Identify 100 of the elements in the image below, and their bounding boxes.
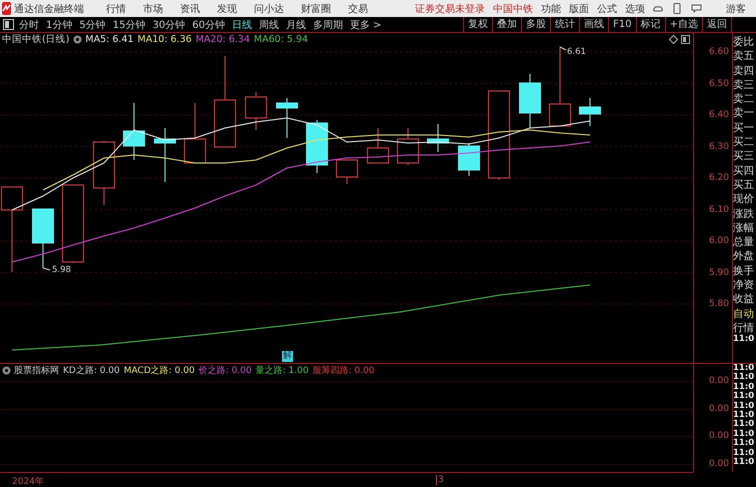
trade-time: 11:0 — [733, 439, 756, 448]
candlestick — [32, 208, 54, 268]
menu-item[interactable]: 行情 — [106, 2, 126, 16]
menu-item[interactable]: 市场 — [143, 2, 163, 16]
indicator-value: KD之路: 0.00 — [63, 364, 120, 377]
app-logo-icon — [2, 2, 11, 15]
tool-button[interactable]: 多股 — [521, 16, 550, 32]
stock-name: 中国中铁 — [493, 2, 533, 16]
indicator-value: 量之路: 1.00 — [256, 364, 309, 377]
indicator-value: MACD之路: 0.00 — [124, 364, 195, 377]
gear-icon[interactable] — [73, 35, 82, 44]
gear-icon[interactable] — [2, 366, 11, 375]
menu-item[interactable]: 问小达 — [254, 2, 284, 16]
candlestick — [427, 124, 449, 152]
menu-item[interactable]: 选项 — [625, 2, 645, 16]
period-tab[interactable]: 分时 — [19, 18, 39, 32]
period-tab[interactable]: 多周期 — [312, 18, 343, 32]
quote-label: 买三 — [733, 149, 755, 164]
quote-label: 现价 — [733, 192, 755, 207]
trade-time: 11:0 — [733, 402, 756, 411]
candlestick — [184, 102, 206, 164]
quote-label: 换手 — [733, 264, 755, 278]
quote-label: 委比 — [733, 35, 755, 50]
quote-label: 卖四 — [733, 64, 755, 78]
quote-label: 卖五 — [733, 49, 755, 64]
candlestick — [123, 102, 145, 160]
trade-time: 11:0 — [733, 411, 756, 420]
indicator-value: 服筹四路: 0.00 — [312, 364, 374, 377]
quote-label: 买四 — [733, 164, 755, 178]
period-tab[interactable]: 周线 — [258, 18, 279, 32]
tool-button[interactable]: 统计 — [550, 16, 580, 32]
quote-label: 行情 — [733, 320, 755, 334]
leader-line — [42, 268, 50, 270]
tool-button[interactable]: 返回 — [702, 16, 731, 32]
indicator-value: 价之路: 0.00 — [198, 364, 252, 377]
price-axis-label: 6.10 — [708, 204, 729, 214]
menu-item[interactable]: 版面 — [569, 2, 589, 16]
period-tab[interactable]: 月线 — [286, 18, 306, 32]
trade-time: 11:0 — [733, 335, 756, 345]
trade-time: 11:0 — [733, 382, 756, 392]
menu-item[interactable]: 交易 — [348, 2, 368, 16]
price-axis-label: 6.20 — [708, 173, 729, 183]
price-axis-label: 6.00 — [708, 236, 729, 246]
low-price-label: 5.98 — [52, 265, 71, 275]
login-notice[interactable]: 证券交易未登录 — [415, 2, 485, 16]
candlestick — [336, 160, 358, 184]
trade-time: 11:0 — [733, 364, 756, 373]
price-axis-label: 6.40 — [708, 110, 729, 120]
quote-label: 涨幅 — [733, 220, 755, 236]
indicator-axis-label: 0.00 — [708, 376, 729, 386]
candlestick — [306, 120, 328, 174]
candlestick — [397, 128, 419, 166]
tool-button[interactable]: 标记 — [636, 16, 665, 32]
price-axis-label: 5.90 — [708, 268, 729, 278]
quote-label: 收益 — [733, 292, 755, 307]
quote-label: 净资 — [733, 278, 755, 292]
candlestick — [579, 98, 601, 126]
period-tab[interactable]: 5分钟 — [79, 18, 106, 32]
tool-button[interactable]: 画线 — [579, 16, 608, 32]
period-tab[interactable]: 15分钟 — [112, 18, 146, 32]
tool-button[interactable]: +自选 — [664, 16, 702, 32]
diamond-icon[interactable] — [669, 35, 678, 44]
quote-label: 卖二 — [733, 92, 755, 106]
panel-toggle-icon[interactable] — [681, 35, 690, 44]
period-tab[interactable]: 60分钟 — [192, 18, 225, 32]
period-tab[interactable]: 1分钟 — [46, 18, 72, 32]
panel-toggle-icon[interactable] — [3, 19, 14, 30]
phone-icon[interactable] — [673, 3, 681, 14]
high-price-label: 6.61 — [567, 47, 586, 57]
menu-item[interactable]: 财富圈 — [301, 2, 331, 16]
chat-icon[interactable] — [691, 4, 702, 13]
tool-button[interactable]: F10 — [608, 16, 636, 32]
period-tab[interactable]: 日线 — [232, 18, 252, 32]
quote-label: 涨跌 — [733, 206, 755, 221]
cloud-icon[interactable] — [653, 4, 663, 14]
app-title: 通达信金融终端 — [14, 2, 84, 16]
candlestick — [93, 140, 115, 206]
quote-label: 买一 — [733, 120, 755, 136]
period-tab[interactable]: 30分钟 — [152, 18, 186, 32]
moving-average-label: MA5: 6.41 — [85, 34, 134, 45]
menu-item[interactable]: 资讯 — [180, 2, 200, 16]
menu-item[interactable]: 功能 — [541, 2, 561, 16]
menu-item[interactable]: 发现 — [217, 2, 237, 16]
candlestick — [519, 74, 541, 128]
auto-label[interactable]: 自动 — [733, 306, 756, 321]
candlestick — [154, 128, 176, 182]
candlestick — [367, 128, 389, 164]
user-label[interactable]: 游客 — [726, 2, 746, 16]
leader-line — [560, 46, 566, 50]
period-tab[interactable]: 更多 > — [350, 18, 382, 32]
price-axis-label: 5.80 — [708, 299, 729, 309]
trade-time: 11:0 — [733, 392, 756, 402]
moving-average-label: MA20: 6.34 — [196, 34, 250, 45]
signal-badge[interactable]: 解 — [282, 351, 293, 362]
price-axis-label: 6.50 — [708, 78, 729, 88]
indicator-axis-label: 0.00 — [708, 404, 729, 414]
menu-item[interactable]: 公式 — [597, 2, 617, 16]
tool-button[interactable]: 叠加 — [492, 16, 522, 32]
tool-button[interactable]: 复权 — [463, 16, 492, 32]
indicator-axis-label: 0.00 — [708, 458, 729, 468]
